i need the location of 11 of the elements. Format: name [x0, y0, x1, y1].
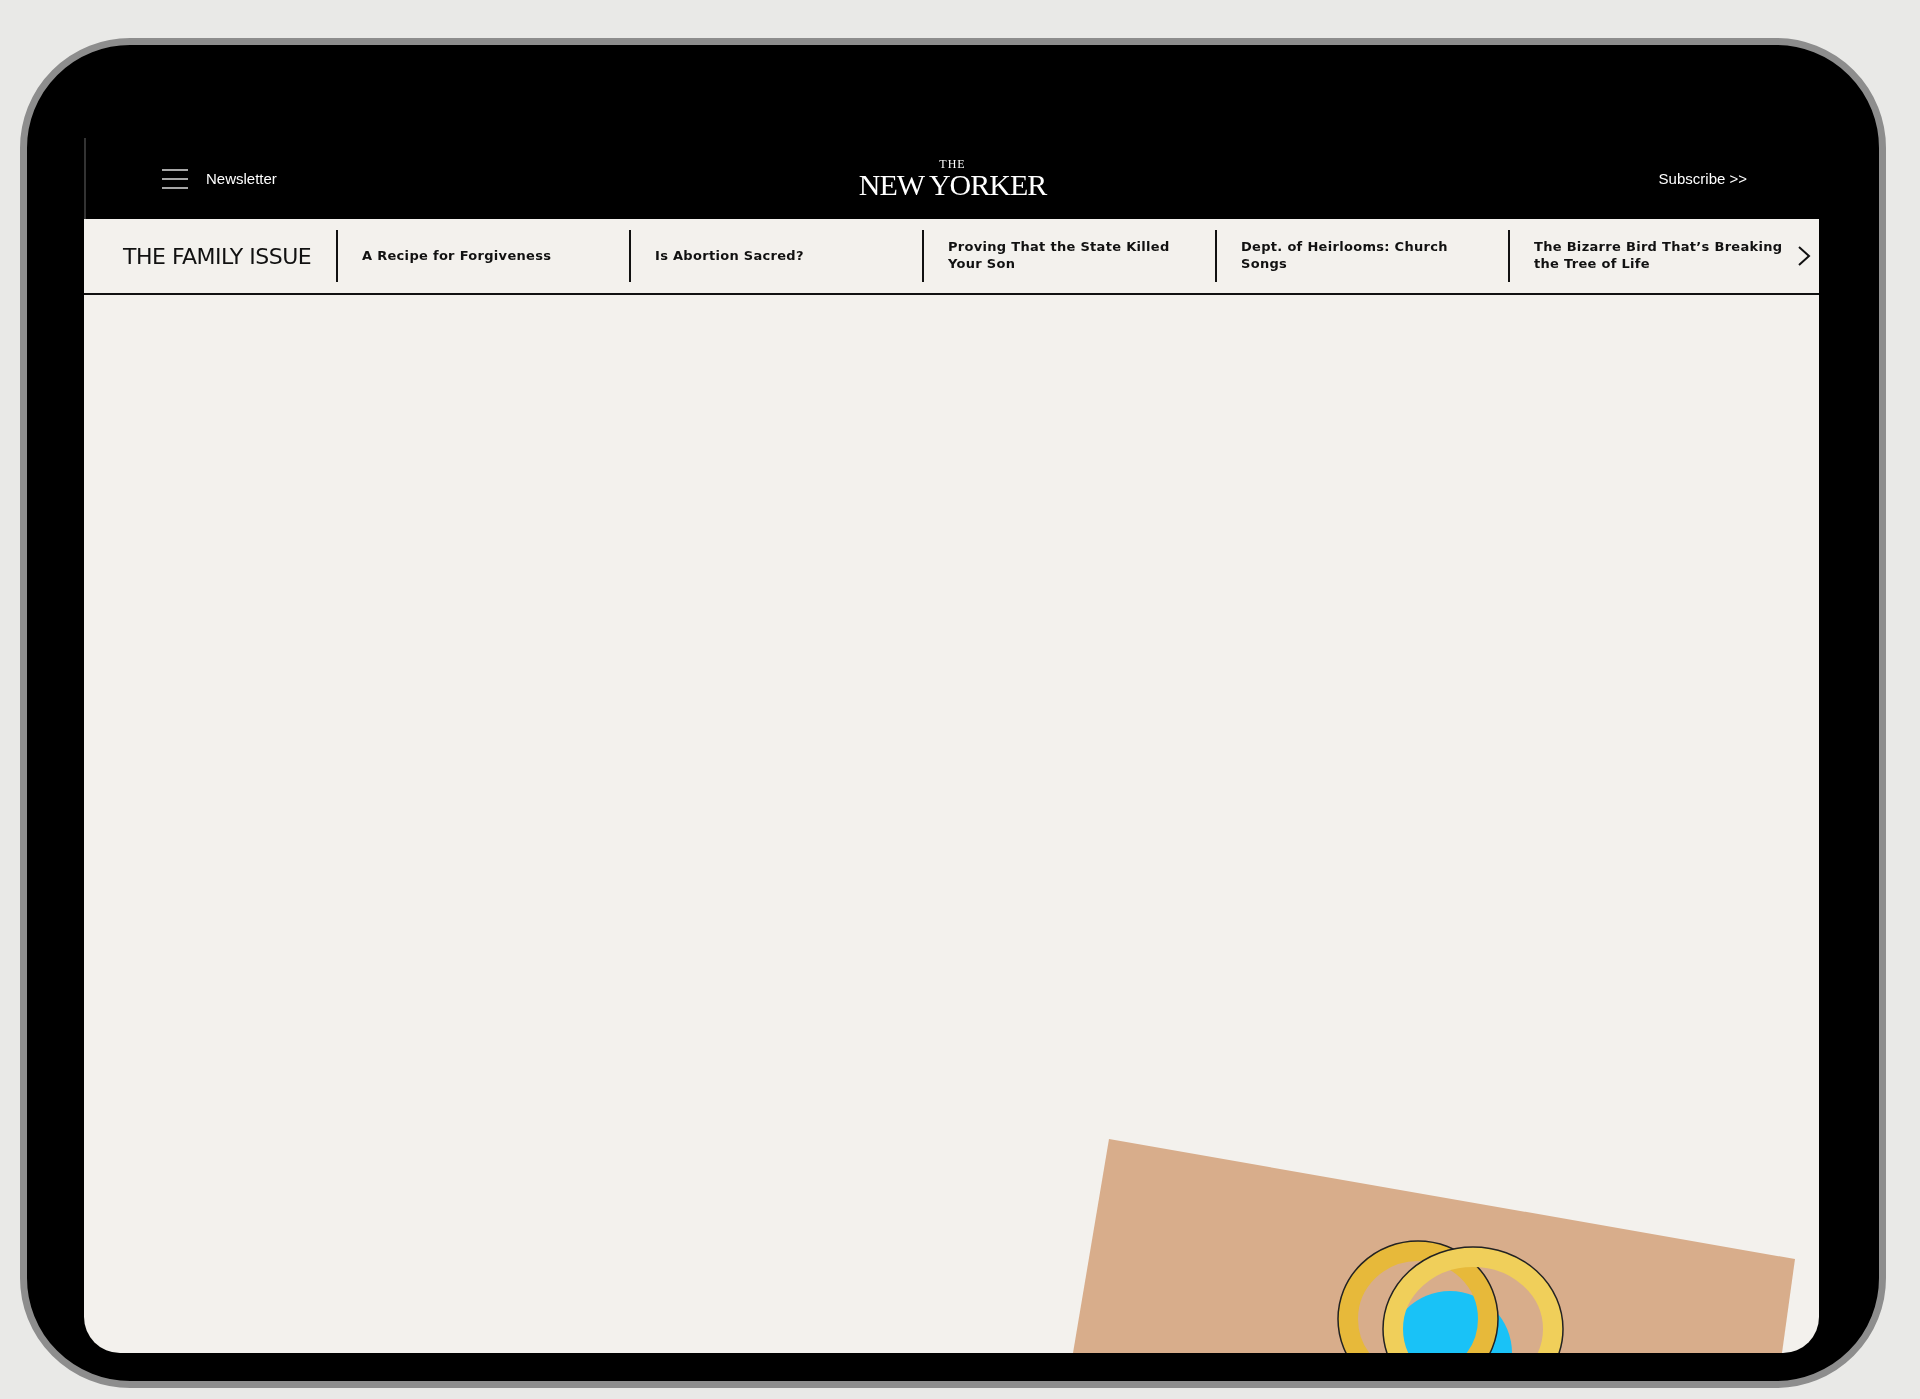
article-link[interactable]: Proving That the State Killed Your Son: [922, 230, 1215, 282]
article-link[interactable]: Dept. of Heirlooms: Church Songs: [1215, 230, 1508, 282]
article-link[interactable]: The Bizarre Bird That’s Breaking the Tree of Life: [1508, 230, 1801, 282]
menu-icon[interactable]: [162, 168, 188, 189]
site-logo[interactable]: THE NEW YORKER: [858, 157, 1047, 200]
newsletter-link[interactable]: Newsletter: [206, 170, 277, 187]
article-link[interactable]: Is Abortion Sacred?: [629, 230, 922, 282]
subscribe-link[interactable]: Subscribe >>: [1658, 170, 1747, 187]
issue-title: THE FAMILY ISSUE: [122, 243, 313, 269]
chevron-right-icon[interactable]: [1797, 245, 1811, 267]
article-link[interactable]: A Recipe for Forgiveness: [336, 230, 629, 282]
